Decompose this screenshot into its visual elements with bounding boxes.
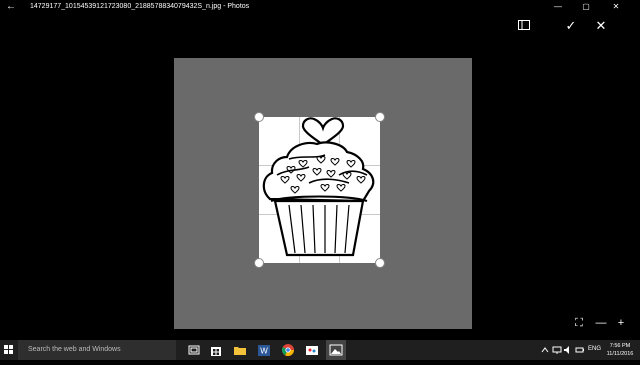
photos-icon bbox=[329, 344, 343, 356]
taskbar: Search the web and Windows W ENG 7:56 PM… bbox=[0, 340, 640, 360]
minus-icon: — bbox=[595, 317, 607, 329]
zoom-in-button[interactable]: + bbox=[612, 316, 630, 330]
volume-icon[interactable] bbox=[563, 345, 573, 355]
search-placeholder: Search the web and Windows bbox=[28, 346, 121, 353]
battery-icon[interactable] bbox=[575, 345, 585, 355]
fit-to-window-button[interactable]: ⛶ bbox=[570, 316, 588, 330]
back-arrow-icon[interactable]: ← bbox=[6, 1, 16, 13]
window-title: 14729177_10154539121723080_2188578834079… bbox=[30, 3, 250, 10]
task-view-icon bbox=[188, 345, 200, 355]
store-icon bbox=[211, 347, 221, 356]
paint-button[interactable] bbox=[304, 342, 320, 358]
task-view-button[interactable] bbox=[186, 342, 202, 358]
store-button[interactable] bbox=[208, 342, 224, 358]
done-button[interactable]: ✓ bbox=[560, 17, 582, 35]
photos-button[interactable] bbox=[326, 340, 346, 360]
plus-icon: + bbox=[617, 317, 625, 329]
chrome-button[interactable] bbox=[280, 342, 296, 358]
minimize-button[interactable]: — bbox=[546, 0, 570, 14]
crop-handle-top-left[interactable] bbox=[254, 112, 264, 122]
paint-icon bbox=[306, 346, 318, 355]
svg-text:W: W bbox=[260, 347, 268, 356]
zoom-out-button[interactable]: — bbox=[592, 316, 610, 330]
clock[interactable]: 7:56 PM 11/11/2016 bbox=[602, 342, 638, 358]
word-icon: W bbox=[258, 345, 270, 356]
checkmark-icon: ✓ bbox=[565, 18, 577, 33]
language-indicator[interactable]: ENG bbox=[588, 345, 601, 354]
close-window-button[interactable]: ✕ bbox=[604, 0, 628, 14]
chrome-icon bbox=[281, 344, 294, 357]
maximize-button[interactable]: ▢ bbox=[574, 0, 598, 14]
search-box[interactable]: Search the web and Windows bbox=[18, 340, 176, 360]
clock-time: 7:56 PM bbox=[609, 343, 631, 349]
cupcake-image bbox=[262, 117, 375, 257]
close-icon: ✕ bbox=[595, 18, 607, 33]
fit-icon: ⛶ bbox=[575, 317, 583, 329]
crop-handle-top-right[interactable] bbox=[375, 112, 385, 122]
windows-logo-icon bbox=[4, 345, 13, 354]
network-icon[interactable] bbox=[552, 345, 562, 355]
aspect-ratio-icon bbox=[518, 20, 530, 30]
crop-region[interactable] bbox=[259, 117, 380, 263]
crop-handle-bottom-right[interactable] bbox=[375, 258, 385, 268]
start-button[interactable] bbox=[0, 340, 18, 360]
title-bar: ← 14729177_10154539121723080_21885788340… bbox=[0, 0, 640, 14]
crop-handle-bottom-left[interactable] bbox=[254, 258, 264, 268]
word-button[interactable]: W bbox=[256, 342, 272, 358]
chevron-up-icon[interactable] bbox=[540, 345, 550, 355]
folder-icon bbox=[234, 347, 246, 355]
aspect-ratio-button[interactable] bbox=[513, 17, 535, 35]
cancel-button[interactable]: ✕ bbox=[590, 17, 612, 35]
clock-date: 11/11/2016 bbox=[606, 351, 634, 357]
file-explorer-button[interactable] bbox=[232, 342, 248, 358]
